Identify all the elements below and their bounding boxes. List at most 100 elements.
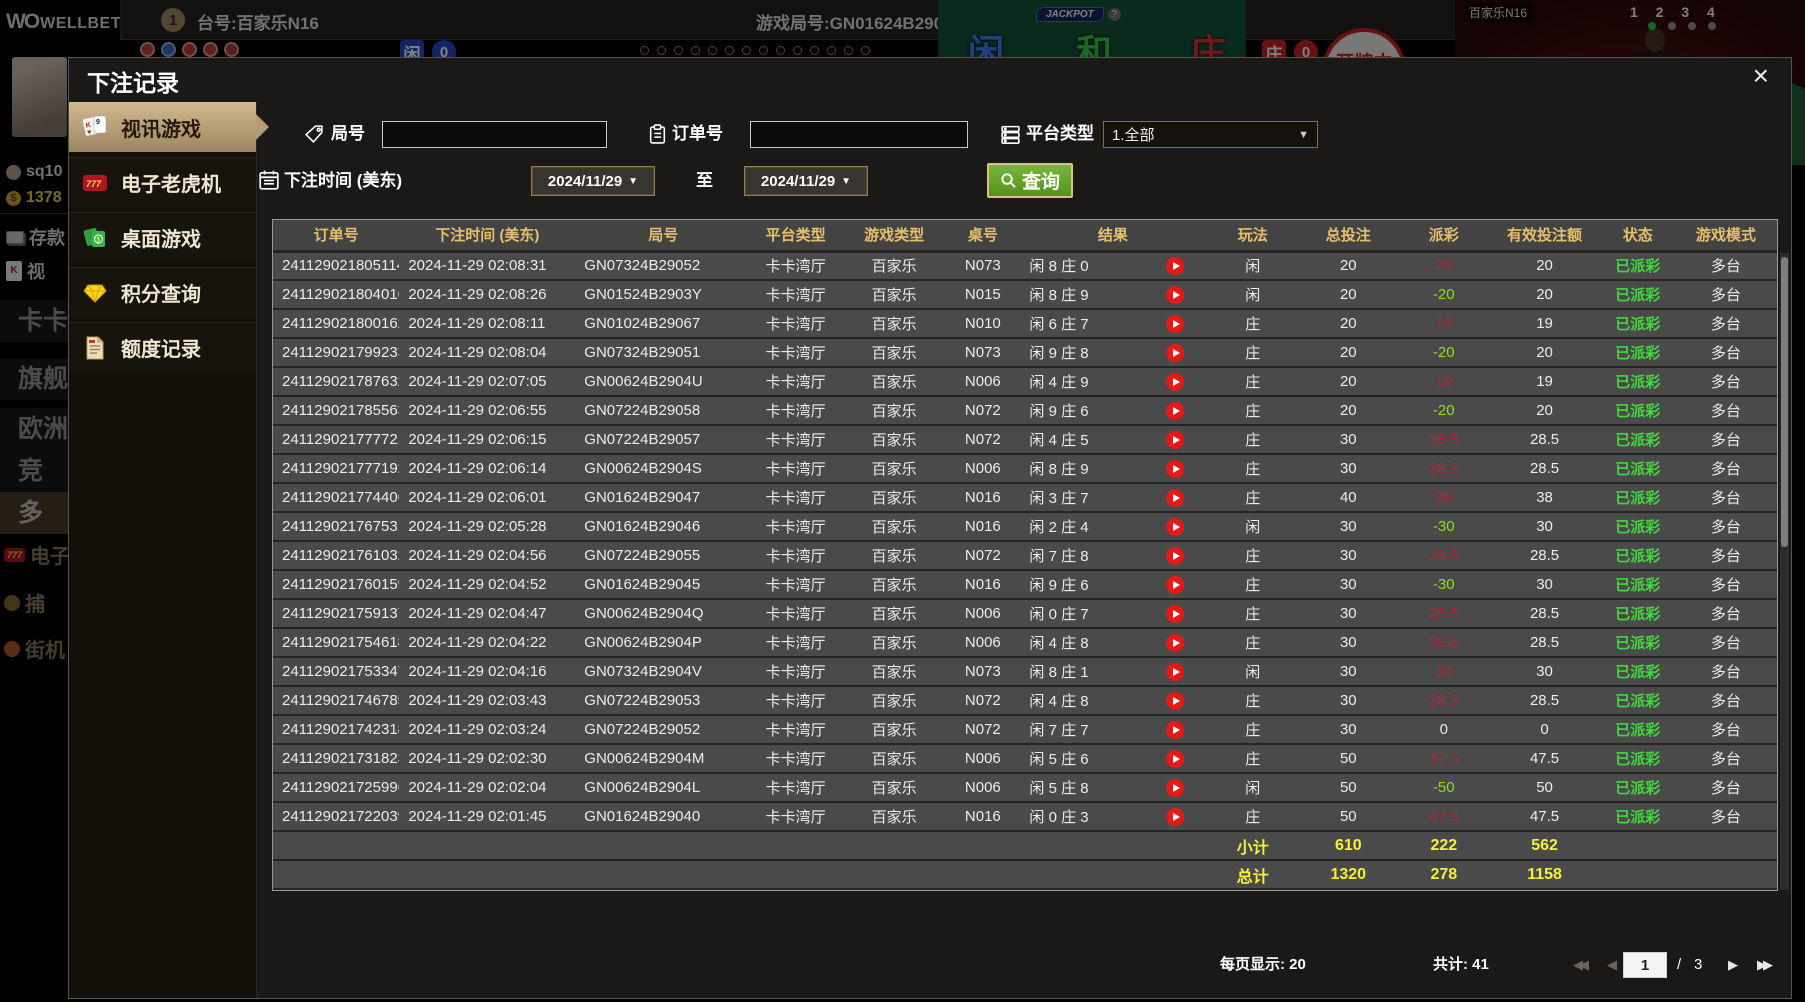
menu-item-quota-records[interactable]: 额度记录: [69, 322, 256, 372]
cell-bet-time: 2024-11-29 02:08:11: [399, 309, 576, 339]
date-from-picker[interactable]: 2024/11/29 ▼: [531, 166, 655, 196]
close-icon[interactable]: ×: [1753, 62, 1769, 90]
table-row: 241129021785563 2024-11-29 02:06:55 GN07…: [273, 396, 1777, 426]
cell-result: 闲 4 庄 8: [1017, 628, 1209, 658]
play-icon[interactable]: [1166, 691, 1185, 710]
cell-mode: 多台: [1674, 657, 1777, 687]
cell-round: GN01524B2903Y: [575, 280, 752, 310]
play-icon[interactable]: [1166, 575, 1185, 594]
round-input[interactable]: [382, 121, 607, 148]
play-icon[interactable]: [1166, 401, 1185, 420]
cell-mode: 多台: [1674, 570, 1777, 600]
cell-total-bet: 50: [1297, 744, 1400, 774]
cell-payout: -30: [1399, 570, 1489, 600]
play-icon[interactable]: [1166, 633, 1185, 652]
cell-total-bet: 20: [1297, 251, 1400, 281]
cell-order: 241129021805114: [273, 251, 400, 281]
cell-round: GN07224B29055: [575, 541, 752, 571]
cell-game-type: 百家乐: [839, 425, 949, 455]
cell-table-no: N006: [948, 628, 1018, 658]
menu-item-slots[interactable]: 777 电子老虎机: [69, 157, 256, 207]
cell-game-type: 百家乐: [839, 599, 949, 629]
round-filter-label: 局号: [331, 124, 365, 143]
play-icon[interactable]: [1166, 662, 1185, 681]
slot-machine-icon: 777: [79, 172, 111, 194]
tag-icon: [304, 124, 325, 150]
document-icon: [79, 336, 111, 360]
cell-round: GN07224B29057: [575, 425, 752, 455]
play-icon[interactable]: [1166, 343, 1185, 362]
menu-item-points[interactable]: 积分查询: [69, 267, 256, 317]
cell-bet-type: 闲: [1208, 251, 1298, 281]
cell-bet-type: 庄: [1208, 628, 1298, 658]
cell-status: 已派彩: [1600, 425, 1675, 455]
cell-status: 已派彩: [1600, 483, 1675, 513]
chevron-down-icon: ▼: [841, 175, 852, 187]
bet-records-table: 订单号 下注时间 (美东) 局号 平台类型 游戏类型 桌号 结果 玩法 总投注 …: [272, 219, 1789, 891]
cell-valid-bet: 30: [1488, 570, 1601, 600]
cell-platform: 卡卡湾厅: [751, 367, 840, 397]
cell-order: 241129021753347: [273, 657, 400, 687]
cell-payout: 47.5: [1399, 802, 1489, 832]
menu-item-table-games[interactable]: $ 桌面游戏: [69, 212, 256, 262]
cell-order: 241129021800162: [273, 309, 400, 339]
play-icon[interactable]: [1166, 459, 1185, 478]
cell-total-bet: 30: [1297, 425, 1400, 455]
cell-status: 已派彩: [1600, 657, 1675, 687]
cell-payout: 30: [1399, 657, 1489, 687]
cell-game-type: 百家乐: [839, 367, 949, 397]
play-icon[interactable]: [1166, 256, 1185, 275]
cell-platform: 卡卡湾厅: [751, 599, 840, 629]
cell-status: 已派彩: [1600, 773, 1675, 803]
cell-round: GN07224B29058: [575, 396, 752, 426]
cell-platform: 卡卡湾厅: [751, 425, 840, 455]
cell-table-no: N073: [948, 251, 1018, 281]
cell-order: 241129021759137: [273, 599, 400, 629]
play-icon[interactable]: [1166, 488, 1185, 507]
first-page-icon[interactable]: ◀◀: [1573, 950, 1589, 980]
cell-bet-type: 庄: [1208, 454, 1298, 484]
play-icon[interactable]: [1166, 778, 1185, 797]
cell-bet-type: 闲: [1208, 773, 1298, 803]
table-scrollbar[interactable]: [1780, 253, 1789, 890]
search-button[interactable]: 查询: [987, 163, 1073, 198]
cell-result: 闲 5 庄 6: [1017, 744, 1209, 774]
cell-order: 241129021725996: [273, 773, 400, 803]
cell-payout: 28.5: [1399, 599, 1489, 629]
cell-order: 241129021761032: [273, 541, 400, 571]
cell-bet-time: 2024-11-29 02:02:04: [399, 773, 576, 803]
order-input[interactable]: [750, 121, 968, 148]
cell-round: GN00624B2904L: [575, 773, 752, 803]
next-page-icon[interactable]: ▶: [1728, 950, 1738, 980]
cell-status: 已派彩: [1600, 454, 1675, 484]
last-page-icon[interactable]: ▶▶: [1757, 950, 1773, 980]
cell-total-bet: 30: [1297, 454, 1400, 484]
cell-payout: 19: [1399, 367, 1489, 397]
cell-result: 闲 4 庄 8: [1017, 686, 1209, 716]
play-icon[interactable]: [1166, 285, 1185, 304]
cell-payout: -20: [1399, 396, 1489, 426]
play-icon[interactable]: [1166, 604, 1185, 623]
play-icon[interactable]: [1166, 807, 1185, 826]
play-icon[interactable]: [1166, 430, 1185, 449]
cell-mode: 多台: [1674, 251, 1777, 281]
play-icon[interactable]: [1166, 314, 1185, 333]
scrollbar-thumb[interactable]: [1781, 257, 1788, 547]
play-icon[interactable]: [1166, 546, 1185, 565]
cell-result: 闲 3 庄 7: [1017, 483, 1209, 513]
date-to-picker[interactable]: 2024/11/29 ▼: [744, 166, 868, 196]
page-number-input[interactable]: 1: [1623, 952, 1667, 978]
play-icon[interactable]: [1166, 372, 1185, 391]
cell-platform: 卡卡湾厅: [751, 309, 840, 339]
table-row: 241129021759137 2024-11-29 02:04:47 GN00…: [273, 599, 1777, 629]
prev-page-icon[interactable]: ◀: [1607, 950, 1617, 980]
cell-status: 已派彩: [1600, 396, 1675, 426]
play-icon[interactable]: [1166, 749, 1185, 768]
chevron-down-icon: ▼: [628, 175, 639, 187]
cell-table-no: N016: [948, 483, 1018, 513]
play-icon[interactable]: [1166, 517, 1185, 536]
platform-select[interactable]: 1.全部 ▼: [1103, 121, 1318, 148]
menu-item-video-games[interactable]: 9 K ♥ 视讯游戏: [69, 102, 269, 152]
play-icon[interactable]: [1166, 720, 1185, 739]
cell-bet-type: 庄: [1208, 338, 1298, 368]
